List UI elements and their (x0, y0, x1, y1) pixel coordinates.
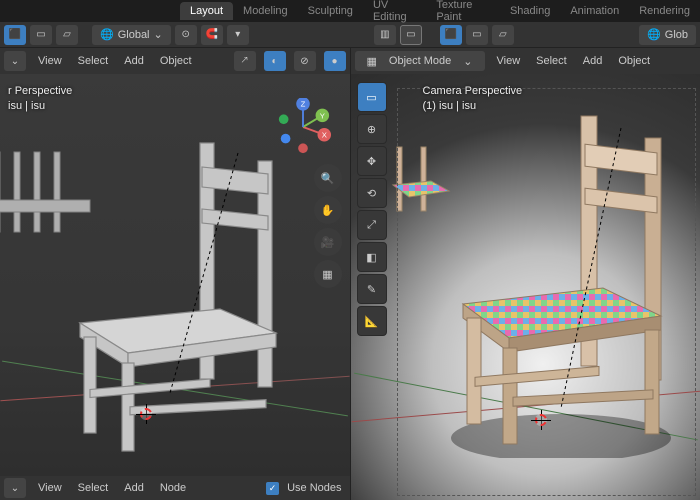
tab-sculpting[interactable]: Sculpting (298, 2, 363, 20)
tool-transform[interactable]: ◧ (357, 242, 387, 272)
cursor-3d-r (531, 410, 551, 430)
snap-vert-icon[interactable]: ⬛ (4, 25, 26, 45)
shading-solid-icon[interactable]: ● (324, 51, 346, 71)
tool-select-box[interactable]: ▭ (357, 82, 387, 112)
menu-object-r[interactable]: Object (614, 53, 654, 69)
main-area: ⌄ View Select Add Object 🡕 ◐ ⊘ ● r Persp… (0, 48, 700, 500)
tool-scale[interactable]: ⤢ (357, 210, 387, 240)
menu-add-l[interactable]: Add (120, 53, 148, 69)
tool-measure[interactable]: 📐 (357, 306, 387, 336)
global-toolbar: ⬛ ▭ ▱ 🌐 Global ⌄ ⊙ 🧲 ▾ ▥ ▭ ⬛ ▭ ▱ 🌐 Glob (0, 22, 700, 48)
nav-gizmo[interactable]: X Y Z (274, 98, 332, 156)
orientation-label-r: Glob (665, 29, 688, 41)
node-editor-header: ⌄ View Select Add Node ✓ Use Nodes (0, 476, 350, 500)
viewport-right[interactable]: ▦ Object Mode ⌄ View Select Add Object C… (351, 48, 700, 500)
cursor-sel-icon[interactable]: ▭ (400, 25, 422, 45)
tool-annotate[interactable]: ✎ (357, 274, 387, 304)
snap-to-icon[interactable]: ▾ (227, 25, 249, 45)
orientation-label: Global (118, 29, 150, 41)
check-icon: ✓ (266, 482, 279, 495)
use-nodes-label: Use Nodes (283, 480, 345, 496)
menu-add-r[interactable]: Add (579, 53, 607, 69)
menu-view-r[interactable]: View (493, 53, 525, 69)
orientation-dropdown-r[interactable]: 🌐 Glob (639, 25, 696, 45)
tab-modeling[interactable]: Modeling (233, 2, 298, 20)
chevron-down-icon: ⌄ (459, 53, 476, 70)
pivot-icon[interactable]: ⊙ (175, 25, 197, 45)
persp-label: r Perspective (8, 84, 72, 99)
zoom-icon[interactable]: 🔍 (314, 164, 342, 192)
tab-rendering[interactable]: Rendering (629, 2, 700, 20)
menu-select-l[interactable]: Select (74, 53, 113, 69)
workspace-tabs: Layout Modeling Sculpting UV Editing Tex… (0, 0, 700, 22)
overlay-toggle-icon[interactable]: ◐ (264, 51, 286, 71)
nav-controls-l: 🔍 ✋ 🎥 ▦ (314, 164, 342, 288)
editor-type-icon[interactable]: ⌄ (4, 51, 26, 71)
snap-edge-r-icon[interactable]: ▭ (466, 25, 488, 45)
menu-select-r[interactable]: Select (532, 53, 571, 69)
mode-dropdown[interactable]: ▦ Object Mode ⌄ (355, 51, 485, 71)
node-node[interactable]: Node (156, 480, 190, 496)
camera-icon[interactable]: 🎥 (314, 228, 342, 256)
snap-vert-r-icon[interactable]: ⬛ (440, 25, 462, 45)
tool-rotate[interactable]: ⟲ (357, 178, 387, 208)
use-nodes-toggle[interactable]: ✓ Use Nodes (266, 480, 345, 496)
obj-label-r: (1) isu | isu (423, 99, 523, 114)
svg-text:X: X (321, 131, 326, 140)
viewport-left[interactable]: ⌄ View Select Add Object 🡕 ◐ ⊘ ● r Persp… (0, 48, 351, 500)
snap-face-r-icon[interactable]: ▱ (492, 25, 514, 45)
snap-edge-icon[interactable]: ▭ (30, 25, 52, 45)
selectability-icon[interactable]: ▥ (374, 25, 396, 45)
menu-view-l[interactable]: View (34, 53, 66, 69)
tool-cursor[interactable]: ⊕ (357, 114, 387, 144)
globe-icon: 🌐 (100, 28, 114, 41)
persp-ortho-icon[interactable]: ▦ (314, 260, 342, 288)
tab-animation[interactable]: Animation (560, 2, 629, 20)
mode-label: Object Mode (385, 53, 455, 69)
svg-text:Z: Z (300, 100, 305, 109)
tab-texture-paint[interactable]: Texture Paint (426, 0, 500, 26)
chevron-down-icon: ⌄ (154, 28, 163, 41)
tab-uv-editing[interactable]: UV Editing (363, 0, 426, 26)
snap-face-icon[interactable]: ▱ (56, 25, 78, 45)
tab-shading[interactable]: Shading (500, 2, 560, 20)
camera-frame (397, 88, 697, 496)
gizmo-toggle-icon[interactable]: 🡕 (234, 51, 256, 71)
node-select[interactable]: Select (74, 480, 113, 496)
menu-object-l[interactable]: Object (156, 53, 196, 69)
chair-bg-solid (0, 148, 100, 258)
tab-layout[interactable]: Layout (180, 2, 233, 20)
tool-move[interactable]: ✥ (357, 146, 387, 176)
node-add[interactable]: Add (120, 480, 148, 496)
tool-shelf: ▭ ⊕ ✥ ⟲ ⤢ ◧ ✎ 📐 (357, 82, 387, 336)
cursor-3d-l (136, 404, 156, 424)
editor-switch-icon[interactable]: ⌄ (4, 478, 26, 498)
globe-icon-r: 🌐 (647, 28, 661, 41)
obj-label: isu | isu (8, 99, 72, 114)
persp-label-r: Camera Perspective (423, 84, 523, 99)
magnet-icon[interactable]: 🧲 (201, 25, 223, 45)
node-view[interactable]: View (34, 480, 66, 496)
object-mode-icon: ▦ (363, 53, 381, 70)
orientation-dropdown[interactable]: 🌐 Global ⌄ (92, 25, 171, 45)
viewport-right-header: ▦ Object Mode ⌄ View Select Add Object (351, 48, 700, 74)
viewport-left-info: r Perspective isu | isu (8, 84, 72, 115)
pan-icon[interactable]: ✋ (314, 196, 342, 224)
xray-icon[interactable]: ⊘ (294, 51, 316, 71)
svg-text:Y: Y (319, 111, 324, 120)
viewport-left-header: ⌄ View Select Add Object 🡕 ◐ ⊘ ● (0, 48, 350, 74)
viewport-right-info: Camera Perspective (1) isu | isu (423, 84, 523, 115)
